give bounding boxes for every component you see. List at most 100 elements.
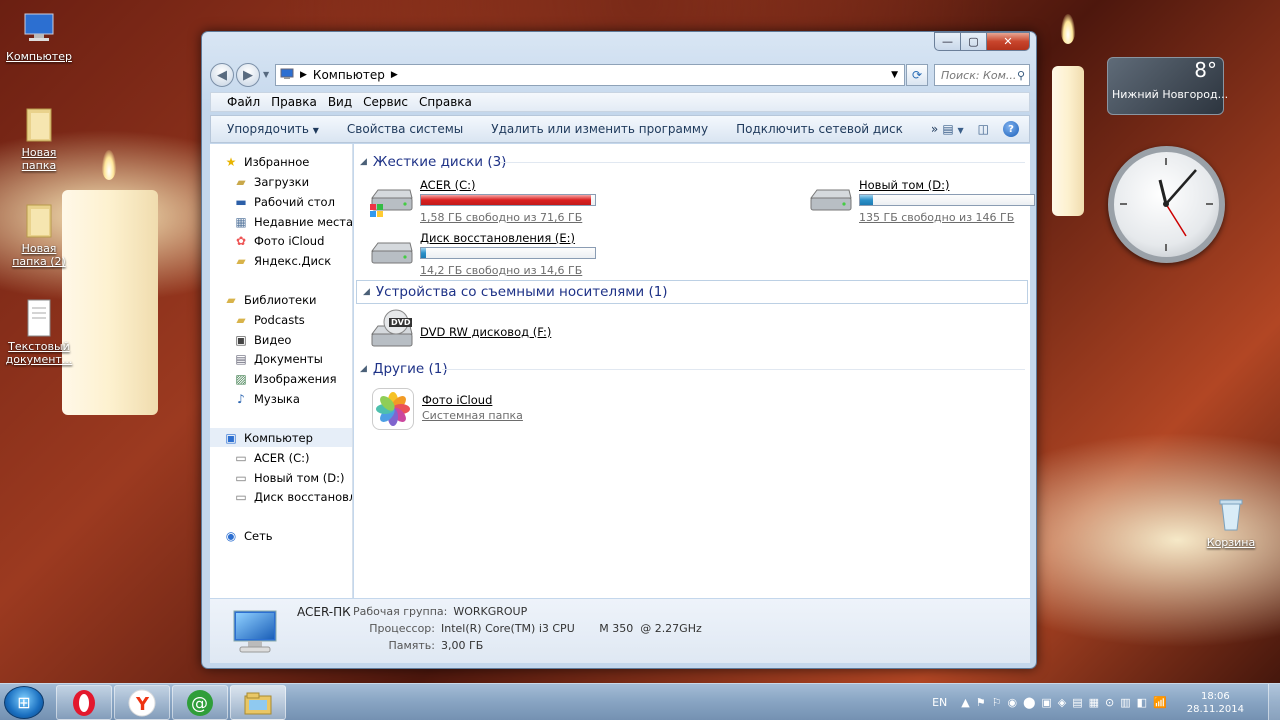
minimize-button[interactable]: — xyxy=(934,32,960,51)
hard-drive-icon xyxy=(371,242,413,264)
organize-button[interactable]: Упорядочить ▼ xyxy=(227,122,319,136)
system-properties-button[interactable]: Свойства системы xyxy=(347,122,463,136)
content-pane: ◢ Жесткие диски (3) ACER (C:) 1,58 ГБ св… xyxy=(354,144,1035,598)
nav-music[interactable]: ♪ Музыка xyxy=(234,389,352,408)
maximize-button[interactable]: ▢ xyxy=(960,32,986,51)
command-bar-right: ▤ ▼ ◫ ? xyxy=(942,121,1019,137)
language-indicator[interactable]: EN xyxy=(932,696,947,709)
command-bar: Упорядочить ▼ Свойства системы Удалить и… xyxy=(210,115,1030,143)
nav-drive-e[interactable]: ▭ Диск восстановле xyxy=(234,487,352,506)
candle-decoration xyxy=(1052,66,1084,216)
nav-drive-d[interactable]: ▭ Новый том (D:) xyxy=(234,468,352,487)
help-icon[interactable]: ? xyxy=(1003,121,1019,137)
breadcrumb-arrow-icon[interactable]: ▶ xyxy=(391,70,398,80)
clock-time: 18:06 xyxy=(1200,690,1230,702)
tray-icons[interactable]: ▲⚑⚐◉⬤▣◈▤▦⊙▥◧📶 xyxy=(961,696,1172,709)
history-dropdown-icon[interactable]: ▼ xyxy=(263,70,269,79)
desktop-icon-folder-2[interactable]: Новая папка (2) xyxy=(4,200,74,268)
group-header-hard-disks[interactable]: ◢ Жесткие диски (3) xyxy=(360,152,1030,172)
nav-documents[interactable]: ▤ Документы xyxy=(234,349,352,368)
nav-pictures[interactable]: ▨ Изображения xyxy=(234,369,352,388)
computer-icon xyxy=(21,8,57,48)
dvd-badge: DVD xyxy=(389,318,413,327)
chevron-down-icon: ▼ xyxy=(312,126,319,135)
taskbar-mail-agent[interactable]: @ xyxy=(172,685,228,720)
more-commands-icon[interactable]: » xyxy=(931,122,938,136)
weather-gadget[interactable]: 8° Нижний Новгород... xyxy=(1107,57,1228,115)
show-desktop-button[interactable] xyxy=(1268,684,1280,720)
desktop-icon-folder[interactable]: Новая папка xyxy=(4,104,74,172)
nav-desktop[interactable]: ▬ Рабочий стол xyxy=(234,192,352,211)
desktop-icon-text-document[interactable]: Текстовый документ... xyxy=(4,298,74,366)
search-input[interactable]: Поиск: Ком... ⚲ xyxy=(934,64,1030,86)
drive-name: Диск восстановления (E:) xyxy=(420,231,576,245)
menu-view[interactable]: Вид xyxy=(328,95,352,109)
nav-libraries[interactable]: ▰ Библиотеки xyxy=(224,290,352,309)
nav-podcasts[interactable]: ▰ Podcasts xyxy=(234,310,352,329)
taskbar-opera[interactable] xyxy=(56,685,112,720)
nav-computer[interactable]: ▣ Компьютер xyxy=(210,428,352,447)
close-button[interactable]: ✕ xyxy=(986,32,1030,51)
details-name-row: ACER-ПК Рабочая группа: WORKGROUP xyxy=(297,605,527,619)
clock-gadget[interactable] xyxy=(1108,146,1225,263)
menu-file[interactable]: Файл xyxy=(227,95,260,109)
cpu-key: Процессор: xyxy=(369,622,435,635)
music-icon: ♪ xyxy=(237,391,245,406)
map-network-drive-button[interactable]: Подключить сетевой диск xyxy=(736,122,903,136)
windows-logo-icon xyxy=(370,204,383,217)
opera-icon xyxy=(73,689,95,716)
address-dropdown-icon[interactable]: ▼ xyxy=(891,70,898,80)
nav-favorites[interactable]: ★ Избранное xyxy=(224,152,352,171)
refresh-button[interactable]: ⟳ xyxy=(906,64,928,86)
nav-recent-places[interactable]: ▦ Недавние места xyxy=(234,212,352,231)
yandex-browser-icon: Y xyxy=(128,689,156,716)
drive-icon: ▭ xyxy=(235,489,247,504)
forward-button[interactable]: ▶ xyxy=(236,63,260,87)
breadcrumb-arrow-icon[interactable]: ▶ xyxy=(300,70,307,80)
menu-help[interactable]: Справка xyxy=(419,95,472,109)
workgroup-value: WORKGROUP xyxy=(453,605,528,618)
uninstall-program-button[interactable]: Удалить или изменить программу xyxy=(491,122,708,136)
nav-network[interactable]: ◉ Сеть xyxy=(224,526,352,545)
nav-icloud-photos[interactable]: ✿ Фото iCloud xyxy=(234,231,352,250)
group-divider xyxy=(442,369,1025,370)
menu-edit[interactable]: Правка xyxy=(271,95,317,109)
collapse-icon: ◢ xyxy=(360,157,367,167)
candle-flame xyxy=(102,150,116,180)
group-header-other[interactable]: ◢ Другие (1) xyxy=(360,359,1030,379)
windows-logo-icon: ⊞ xyxy=(17,693,31,712)
details-ram-row: Память: 3,00 ГБ xyxy=(295,639,483,652)
back-button[interactable]: ◀ xyxy=(210,63,234,87)
view-options-button[interactable]: ▤ ▼ xyxy=(942,122,963,136)
nav-drive-c[interactable]: ▭ ACER (C:) xyxy=(234,448,352,467)
nav-downloads[interactable]: ▰ Загрузки xyxy=(234,172,352,191)
address-bar[interactable]: ▶ Компьютер ▶ ▼ xyxy=(275,64,905,86)
clock[interactable]: 18:06 28.11.2014 xyxy=(1187,690,1244,716)
search-icon[interactable]: ⚲ xyxy=(1017,69,1025,82)
taskbar-yandex-browser[interactable]: Y xyxy=(114,685,170,720)
dvd-drive-name: DVD RW дисковод (F:) xyxy=(420,325,552,339)
collapse-icon: ◢ xyxy=(360,364,367,374)
drive-usage-bar xyxy=(420,194,596,206)
computer-icon xyxy=(280,68,294,83)
svg-text:Y: Y xyxy=(135,694,150,715)
navigation-row: ◀ ▶ ▼ ▶ Компьютер ▶ ▼ ⟳ Поиск: Ком... ⚲ xyxy=(210,62,1030,87)
clock-date: 28.11.2014 xyxy=(1186,703,1244,715)
weather-city: Нижний Новгород... xyxy=(1112,88,1229,101)
taskbar-explorer[interactable] xyxy=(230,685,286,720)
breadcrumb[interactable]: Компьютер xyxy=(313,68,385,82)
folder-icon: ▰ xyxy=(236,312,246,327)
desktop-icon-recycle-bin[interactable]: Корзина xyxy=(1196,494,1266,549)
downloads-folder-icon: ▰ xyxy=(236,174,246,189)
recent-places-icon: ▦ xyxy=(235,214,247,229)
computer-icon: ▣ xyxy=(225,430,237,445)
nav-video[interactable]: ▣ Видео xyxy=(234,330,352,349)
desktop-icon-computer[interactable]: Компьютер xyxy=(4,8,74,63)
start-button[interactable]: ⊞ xyxy=(4,686,44,719)
drive-usage-fill xyxy=(421,248,426,258)
nav-yandex-disk[interactable]: ▰ Яндекс.Диск xyxy=(234,251,352,270)
drive-name: ACER (C:) xyxy=(420,178,476,192)
menu-tools[interactable]: Сервис xyxy=(363,95,408,109)
preview-pane-icon[interactable]: ◫ xyxy=(978,122,989,136)
group-header-removable[interactable]: ◢ Устройства со съемными носителями (1) xyxy=(356,280,1028,304)
